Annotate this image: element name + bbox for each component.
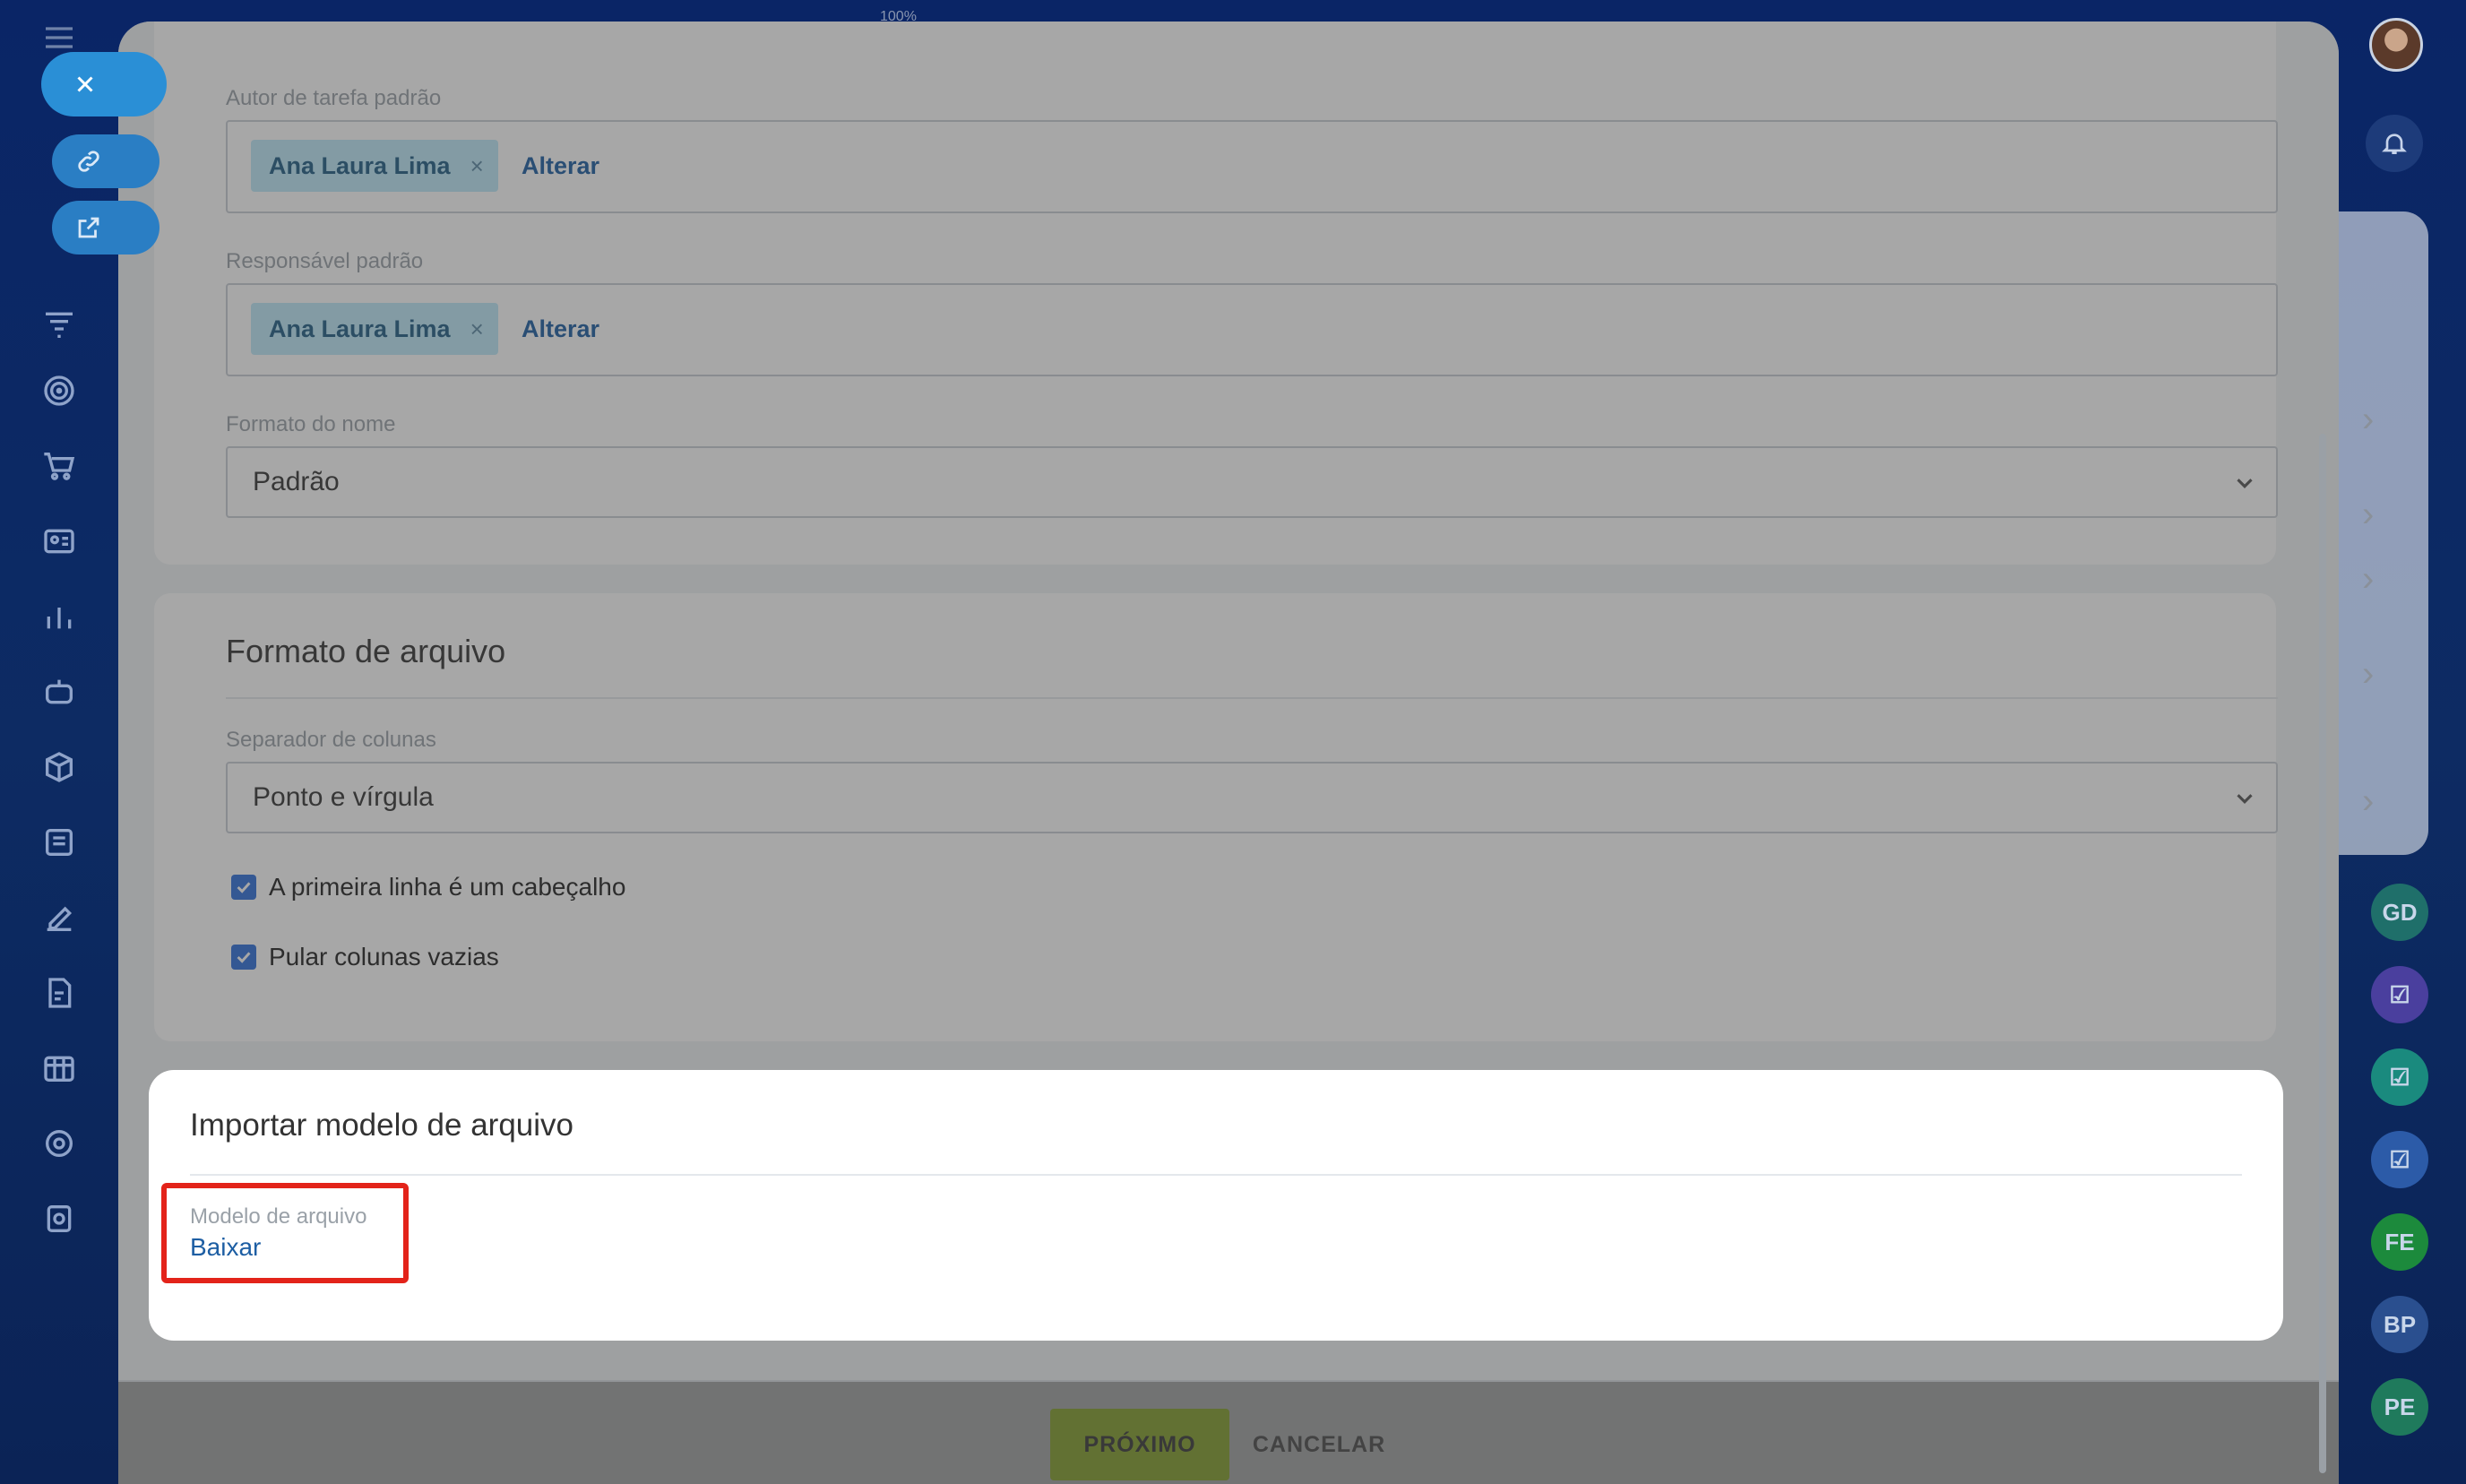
slider-footer: PRÓXIMO CANCELAR bbox=[118, 1380, 2339, 1484]
badge-bp[interactable]: BP bbox=[2371, 1296, 2428, 1353]
badge-fe[interactable]: FE bbox=[2371, 1213, 2428, 1271]
external-link-icon bbox=[78, 217, 99, 238]
chevron-right-icon[interactable]: › bbox=[2362, 400, 2374, 440]
chevron-down-icon bbox=[2237, 479, 2253, 488]
default-author-tag: Ana Laura Lima × bbox=[251, 140, 498, 192]
change-author-link[interactable]: Alterar bbox=[522, 152, 599, 180]
notifications-button[interactable] bbox=[2366, 115, 2423, 172]
building-icon[interactable] bbox=[39, 823, 79, 862]
calendar-grid-icon[interactable] bbox=[39, 1048, 79, 1088]
default-author-field[interactable]: Ana Laura Lima × Alterar bbox=[226, 120, 2278, 213]
first-row-header-label: A primeira linha é um cabeçalho bbox=[269, 873, 626, 901]
column-separator-label: Separador de colunas bbox=[226, 728, 436, 752]
signature-icon[interactable] bbox=[39, 898, 79, 937]
bell-icon bbox=[2382, 134, 2407, 154]
import-slider: Autor de tarefa padrão Ana Laura Lima × … bbox=[118, 22, 2339, 1484]
chevron-right-icon[interactable]: › bbox=[2362, 781, 2374, 822]
default-author-label: Autor de tarefa padrão bbox=[226, 86, 442, 110]
background-side-panel bbox=[2330, 211, 2428, 855]
default-responsible-tag: Ana Laura Lima × bbox=[251, 303, 498, 355]
change-responsible-link[interactable]: Alterar bbox=[522, 315, 599, 343]
skip-empty-columns-option[interactable]: Pular colunas vazias bbox=[231, 943, 499, 971]
task-icon[interactable]: ☑ bbox=[2371, 966, 2428, 1023]
badge-pe[interactable]: PE bbox=[2371, 1378, 2428, 1436]
tag-label: Ana Laura Lima bbox=[269, 151, 451, 179]
close-slider-button[interactable] bbox=[41, 52, 167, 116]
skip-empty-columns-checkbox[interactable] bbox=[231, 945, 256, 970]
remove-tag-icon[interactable]: × bbox=[470, 315, 484, 343]
name-format-value: Padrão bbox=[253, 467, 340, 496]
file-format-card: Formato de arquivo Separador de colunas … bbox=[154, 593, 2278, 1041]
next-button[interactable]: PRÓXIMO bbox=[1050, 1409, 1229, 1480]
default-responsible-field[interactable]: Ana Laura Lima × Alterar bbox=[226, 283, 2278, 376]
cart-icon[interactable] bbox=[39, 446, 79, 486]
document-edit-icon[interactable] bbox=[39, 973, 79, 1013]
box-icon[interactable] bbox=[39, 747, 79, 787]
analytics-icon[interactable] bbox=[39, 597, 79, 636]
chevron-right-icon[interactable]: › bbox=[2362, 559, 2374, 600]
default-responsible-label: Responsável padrão bbox=[226, 249, 424, 273]
divider bbox=[226, 697, 2278, 699]
divider bbox=[190, 1174, 2242, 1176]
user-avatar[interactable] bbox=[2369, 18, 2423, 72]
link-icon bbox=[78, 151, 99, 172]
open-in-new-window-button[interactable] bbox=[52, 201, 160, 255]
defaults-card: Autor de tarefa padrão Ana Laura Lima × … bbox=[154, 22, 2278, 565]
name-format-label: Formato do nome bbox=[226, 412, 396, 436]
first-row-header-checkbox[interactable] bbox=[231, 875, 256, 900]
file-format-title: Formato de arquivo bbox=[226, 633, 506, 669]
contact-card-icon[interactable] bbox=[39, 522, 79, 561]
remove-tag-icon[interactable]: × bbox=[470, 152, 484, 180]
market-icon[interactable] bbox=[39, 1199, 79, 1238]
skip-empty-columns-label: Pular colunas vazias bbox=[269, 943, 499, 971]
chevron-right-icon[interactable]: › bbox=[2362, 495, 2374, 535]
funnel-icon[interactable] bbox=[39, 305, 79, 344]
target-icon[interactable] bbox=[39, 371, 79, 410]
tag-label: Ana Laura Lima bbox=[269, 315, 451, 342]
cancel-button[interactable]: CANCELAR bbox=[1238, 1409, 1400, 1480]
robot-icon[interactable] bbox=[39, 672, 79, 712]
badge-gd[interactable]: GD bbox=[2371, 884, 2428, 941]
column-separator-select[interactable]: Ponto e vírgula bbox=[226, 762, 2278, 833]
column-separator-value: Ponto e vírgula bbox=[253, 782, 434, 812]
scrollbar[interactable] bbox=[2319, 434, 2326, 1473]
settings-icon[interactable] bbox=[39, 1124, 79, 1163]
import-template-title: Importar modelo de arquivo bbox=[190, 1108, 573, 1143]
chevron-right-icon[interactable]: › bbox=[2362, 654, 2374, 695]
task-icon[interactable]: ☑ bbox=[2371, 1131, 2428, 1188]
highlight-box bbox=[161, 1183, 409, 1283]
task-icon[interactable]: ☑ bbox=[2371, 1048, 2428, 1106]
first-row-header-option[interactable]: A primeira linha é um cabeçalho bbox=[231, 873, 625, 902]
chevron-down-icon bbox=[2237, 794, 2253, 804]
copy-link-button[interactable] bbox=[52, 134, 160, 188]
name-format-select[interactable]: Padrão bbox=[226, 446, 2278, 518]
import-template-card: Importar modelo de arquivo Modelo de arq… bbox=[149, 1070, 2283, 1341]
